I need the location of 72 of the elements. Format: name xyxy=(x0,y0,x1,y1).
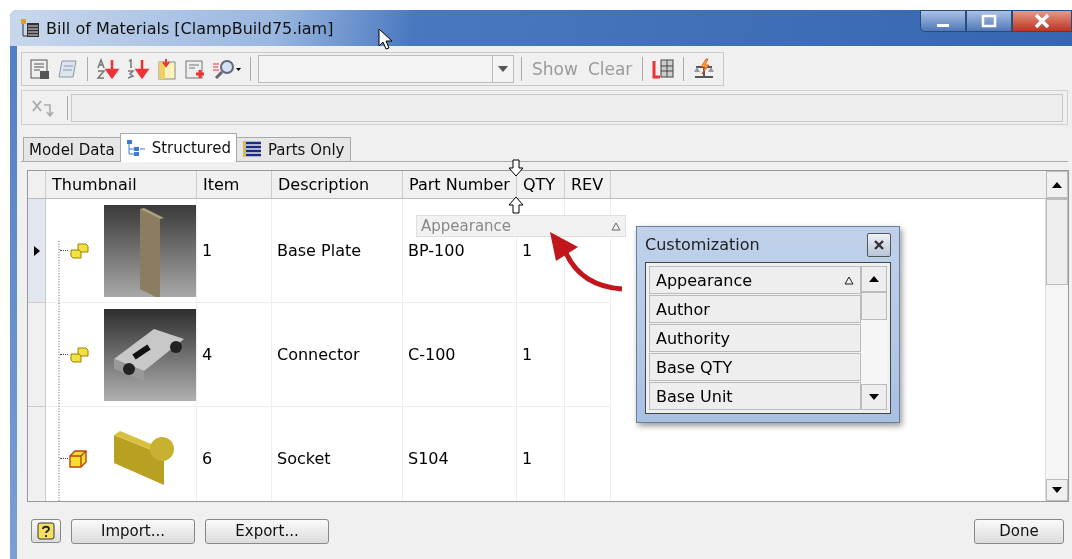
field-label: Author xyxy=(656,299,710,319)
window-title: Bill of Materials [ClampBuild75.iam] xyxy=(46,18,334,38)
field-list-item[interactable]: Appearance xyxy=(649,266,861,294)
table-cell: 1 xyxy=(197,199,272,303)
table-cell: Connector xyxy=(272,303,403,407)
table-cell: C-100 xyxy=(403,303,517,407)
scroll-up-button[interactable] xyxy=(861,266,887,292)
table-cell: S104 xyxy=(403,407,517,501)
field-list-item[interactable]: Authority xyxy=(649,324,861,352)
up-arrow-icon xyxy=(869,276,879,282)
tab[interactable]: Structured xyxy=(119,133,237,162)
field-label: Authority xyxy=(656,328,731,348)
column-header[interactable]: REV xyxy=(565,171,611,198)
scroll-down-button[interactable] xyxy=(861,384,887,410)
table-cell: Socket xyxy=(272,407,403,501)
dialog-title: Customization xyxy=(645,235,760,254)
add-item-icon[interactable] xyxy=(183,58,207,80)
done-button[interactable]: Done xyxy=(974,518,1064,544)
scroll-up-button[interactable] xyxy=(1046,171,1068,198)
table-cell: 1 xyxy=(517,303,565,407)
close-icon xyxy=(1032,13,1052,29)
table-cell: 6 xyxy=(197,407,272,501)
sort-numeric-icon[interactable] xyxy=(125,58,151,80)
column-header[interactable]: Item xyxy=(197,171,272,198)
column-header[interactable]: Thumbnail xyxy=(46,171,197,198)
maximize-icon xyxy=(979,14,999,28)
column-header[interactable]: Description xyxy=(272,171,403,198)
caret-icon xyxy=(498,66,508,72)
find-dropdown-button[interactable] xyxy=(211,58,243,80)
bom-icon xyxy=(20,18,40,38)
table-cell: 1 xyxy=(517,407,565,501)
field-list-item[interactable]: Author xyxy=(649,295,861,323)
column-drop-arrow-icon xyxy=(508,196,524,214)
magnifier-icon xyxy=(212,58,242,80)
field-label: Base QTY xyxy=(656,357,733,377)
scroll-down-button[interactable] xyxy=(1046,479,1068,501)
down-arrow-icon xyxy=(869,394,879,400)
tab[interactable]: Parts Only xyxy=(235,137,351,161)
field-list-item[interactable]: Base Unit xyxy=(649,382,861,410)
table-cell: 4 xyxy=(197,303,272,407)
scrollbar-thumb[interactable] xyxy=(861,292,887,320)
close-button[interactable] xyxy=(1012,10,1072,32)
minimize-button[interactable] xyxy=(920,10,966,32)
field-label: Appearance xyxy=(656,270,753,290)
sort-alpha-icon[interactable] xyxy=(95,58,121,80)
header-label: Appearance xyxy=(421,217,512,235)
maximize-button[interactable] xyxy=(966,10,1012,32)
close-icon xyxy=(873,238,885,251)
formula-field[interactable] xyxy=(71,93,1063,122)
close-button[interactable] xyxy=(867,232,891,257)
table-export-icon[interactable] xyxy=(650,58,677,80)
tree-icon xyxy=(125,139,146,157)
table-cell: Base Plate xyxy=(272,199,403,303)
part-icon xyxy=(68,448,88,469)
down-arrow-icon xyxy=(1052,487,1062,493)
list-icon xyxy=(241,140,262,159)
tab[interactable]: Model Data xyxy=(23,137,121,161)
field-list-item[interactable]: Base QTY xyxy=(649,353,861,381)
up-arrow-icon xyxy=(1052,181,1062,188)
save-list-icon[interactable] xyxy=(28,58,52,80)
assembly-icon xyxy=(68,241,90,260)
help-button[interactable] xyxy=(31,519,61,543)
minimize-icon xyxy=(937,23,949,27)
field-label: Base Unit xyxy=(656,386,733,406)
dialog-button[interactable]: Export... xyxy=(205,518,329,544)
dialog-button[interactable]: Import... xyxy=(71,518,195,544)
help-icon xyxy=(37,522,55,540)
current-row-icon xyxy=(33,245,40,256)
mouse-pointer-icon xyxy=(378,28,392,50)
scrollbar-thumb[interactable] xyxy=(1046,199,1068,285)
assembly-icon xyxy=(68,345,90,364)
insert-column-icon[interactable] xyxy=(155,58,179,80)
